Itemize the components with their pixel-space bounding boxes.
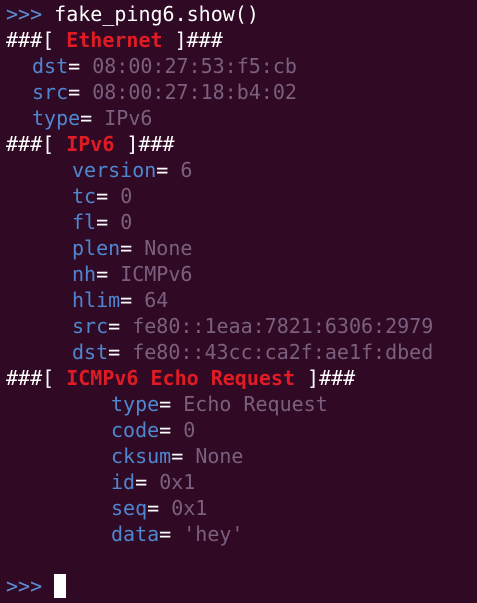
equals-sign: =: [68, 54, 81, 78]
field-row: dst= fe80::43cc:ca2f:ae1f:dbed: [72, 339, 433, 365]
field-row: version= 6: [72, 157, 192, 183]
field-value: 08:00:27:53:f5:cb: [92, 54, 297, 78]
field-key: type: [111, 392, 160, 416]
equals-sign: =: [156, 158, 169, 182]
layer-header-icmpv6: ###[ ICMPv6 Echo Request ]###: [6, 365, 355, 391]
equals-sign: =: [159, 418, 172, 442]
layer-header-ethernet: ###[ Ethernet ]###: [6, 27, 223, 53]
field-row: src= fe80::1eaa:7821:6306:2979: [72, 313, 433, 339]
field-value: IPv6: [104, 106, 153, 130]
equals-sign: =: [147, 496, 160, 520]
field-value: None: [195, 444, 244, 468]
equals-sign: =: [96, 210, 109, 234]
field-key: dst: [32, 54, 69, 78]
header-close: ]###: [114, 132, 175, 156]
equals-sign: =: [68, 80, 81, 104]
field-row: hlim= 64: [72, 287, 168, 313]
prompt: >>>: [6, 2, 43, 26]
field-value: 0x1: [159, 470, 196, 494]
layer-name: Ethernet: [66, 28, 163, 52]
equals-sign: =: [135, 470, 148, 494]
input-line[interactable]: >>>: [6, 573, 67, 599]
field-key: seq: [111, 496, 148, 520]
field-row: id= 0x1: [111, 469, 195, 495]
field-value: 0: [183, 418, 196, 442]
field-value: 64: [144, 288, 169, 312]
header-close: ]###: [295, 366, 356, 390]
field-row: tc= 0: [72, 183, 132, 209]
field-key: src: [72, 314, 109, 338]
field-value: 0: [120, 184, 133, 208]
field-value: 08:00:27:18:b4:02: [92, 80, 297, 104]
field-value: 0: [120, 210, 133, 234]
header-open: ###[: [6, 28, 67, 52]
field-value: fe80::1eaa:7821:6306:2979: [132, 314, 434, 338]
terminal-window[interactable]: >>> fake_ping6.show() ###[ Ethernet ]###…: [0, 0, 477, 603]
field-key: type: [32, 106, 81, 130]
field-value: None: [144, 236, 193, 260]
field-row: dst= 08:00:27:53:f5:cb: [32, 53, 297, 79]
field-key: version: [72, 158, 157, 182]
equals-sign: =: [96, 262, 109, 286]
field-value: fe80::43cc:ca2f:ae1f:dbed: [132, 340, 434, 364]
layer-name: ICMPv6 Echo Request: [66, 366, 295, 390]
field-key: tc: [72, 184, 97, 208]
equals-sign: =: [159, 522, 172, 546]
field-row: src= 08:00:27:18:b4:02: [32, 79, 297, 105]
header-open: ###[: [6, 132, 67, 156]
equals-sign: =: [159, 392, 172, 416]
field-key: dst: [72, 340, 109, 364]
equals-sign: =: [108, 340, 121, 364]
layer-header-ipv6: ###[ IPv6 ]###: [6, 131, 175, 157]
field-key: id: [111, 470, 136, 494]
prompt: >>>: [6, 574, 43, 598]
field-row: fl= 0: [72, 209, 132, 235]
header-open: ###[: [6, 366, 67, 390]
field-row: nh= ICMPv6: [72, 261, 192, 287]
field-row: seq= 0x1: [111, 495, 207, 521]
equals-sign: =: [171, 444, 184, 468]
command-text: fake_ping6.show(): [54, 2, 259, 26]
field-row: type= Echo Request: [111, 391, 328, 417]
header-close: ]###: [162, 28, 223, 52]
field-value: ICMPv6: [120, 262, 193, 286]
field-value: 'hey': [183, 522, 244, 546]
field-value: 6: [180, 158, 193, 182]
text-cursor[interactable]: [54, 574, 67, 598]
equals-sign: =: [108, 314, 121, 338]
equals-sign: =: [96, 184, 109, 208]
field-value: Echo Request: [183, 392, 328, 416]
field-key: src: [32, 80, 69, 104]
field-row: data= 'hey': [111, 521, 243, 547]
field-row: plen= None: [72, 235, 192, 261]
equals-sign: =: [120, 288, 133, 312]
field-row: type= IPv6: [32, 105, 152, 131]
field-key: fl: [72, 210, 97, 234]
command-line: >>> fake_ping6.show(): [6, 1, 259, 27]
equals-sign: =: [80, 106, 93, 130]
field-key: cksum: [111, 444, 172, 468]
field-key: nh: [72, 262, 97, 286]
field-key: plen: [72, 236, 121, 260]
field-row: code= 0: [111, 417, 195, 443]
field-key: code: [111, 418, 160, 442]
field-row: cksum= None: [111, 443, 243, 469]
field-key: data: [111, 522, 160, 546]
layer-name: IPv6: [66, 132, 115, 156]
field-value: 0x1: [171, 496, 208, 520]
field-key: hlim: [72, 288, 121, 312]
equals-sign: =: [120, 236, 133, 260]
